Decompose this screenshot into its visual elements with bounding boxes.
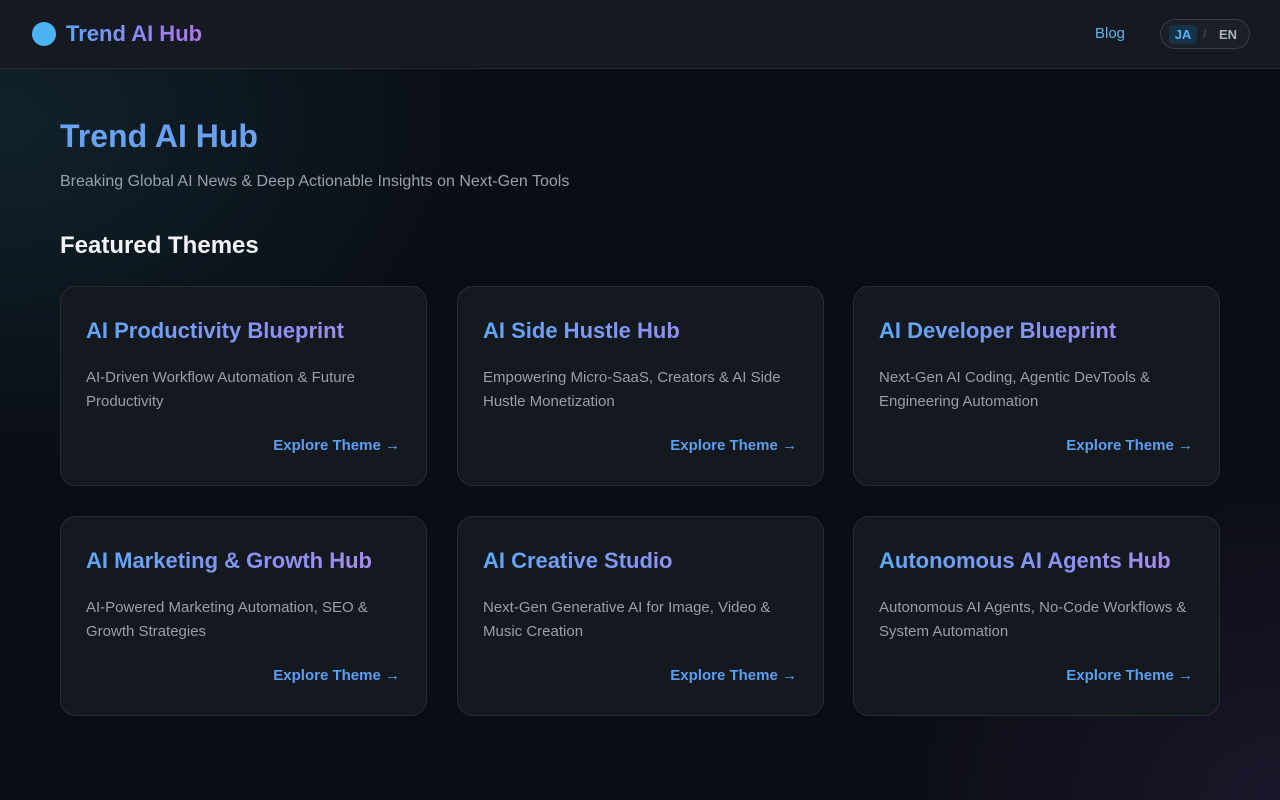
theme-card[interactable]: AI Creative Studio Next-Gen Generative A… xyxy=(457,516,824,716)
theme-card-description: Next-Gen AI Coding, Agentic DevTools & E… xyxy=(879,369,1150,410)
theme-card[interactable]: AI Side Hustle Hub Empowering Micro-SaaS… xyxy=(457,286,824,486)
lang-option-ja[interactable]: JA xyxy=(1169,25,1197,44)
lang-option-en[interactable]: EN xyxy=(1217,25,1239,44)
theme-card-title: AI Productivity Blueprint xyxy=(86,317,406,345)
theme-card-title: AI Marketing & Growth Hub xyxy=(86,547,406,575)
explore-theme-link[interactable]: Explore Theme → xyxy=(1066,667,1193,685)
explore-theme-link[interactable]: Explore Theme → xyxy=(670,667,797,685)
theme-card-description: Autonomous AI Agents, No-Code Workflows … xyxy=(879,599,1187,640)
brand-logo[interactable]: Trend AI Hub xyxy=(32,21,202,47)
theme-card-title: AI Side Hustle Hub xyxy=(483,317,803,345)
brand-name: Trend AI Hub xyxy=(66,21,203,46)
lang-separator: / xyxy=(1203,27,1207,41)
theme-card-title: Autonomous AI Agents Hub xyxy=(879,547,1199,575)
theme-card-description: Empowering Micro-SaaS, Creators & AI Sid… xyxy=(483,369,781,410)
theme-card[interactable]: AI Productivity Blueprint AI-Driven Work… xyxy=(60,286,427,486)
logo-dot-icon xyxy=(32,22,56,46)
theme-card-description: Next-Gen Generative AI for Image, Video … xyxy=(483,599,771,640)
theme-card[interactable]: AI Developer Blueprint Next-Gen AI Codin… xyxy=(853,286,1220,486)
theme-card-title: AI Creative Studio xyxy=(483,547,803,575)
page-title: Trend AI Hub xyxy=(60,118,258,154)
section-title-featured: Featured Themes xyxy=(60,232,259,259)
theme-card-title: AI Developer Blueprint xyxy=(879,317,1199,345)
theme-card-description: AI-Driven Workflow Automation & Future P… xyxy=(86,369,355,410)
theme-card[interactable]: Autonomous AI Agents Hub Autonomous AI A… xyxy=(853,516,1220,716)
explore-theme-link[interactable]: Explore Theme → xyxy=(1066,437,1193,455)
page-subtitle: Breaking Global AI News & Deep Actionabl… xyxy=(60,173,570,190)
site-header: Trend AI Hub Blog JA / EN xyxy=(0,0,1280,69)
nav-link-blog[interactable]: Blog xyxy=(1095,24,1125,44)
explore-theme-link[interactable]: Explore Theme → xyxy=(670,437,797,455)
theme-card-description: AI-Powered Marketing Automation, SEO & G… xyxy=(86,599,368,640)
explore-theme-link[interactable]: Explore Theme → xyxy=(273,667,400,685)
language-switcher: JA / EN xyxy=(1160,19,1250,49)
explore-theme-link[interactable]: Explore Theme → xyxy=(273,437,400,455)
theme-card[interactable]: AI Marketing & Growth Hub AI-Powered Mar… xyxy=(60,516,427,716)
